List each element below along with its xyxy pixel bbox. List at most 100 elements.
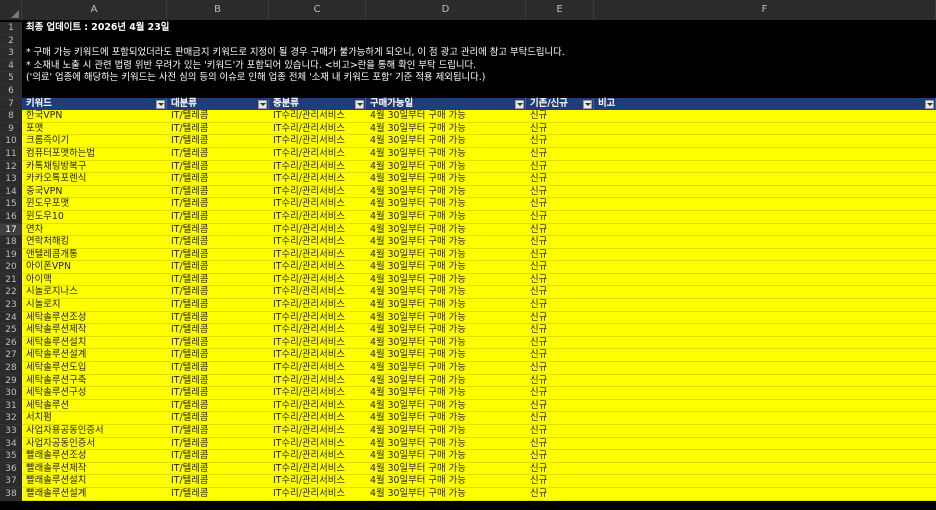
purchase-date-cell[interactable]: 4월 30일부터 구매 가능: [366, 147, 526, 161]
category-major-cell[interactable]: IT/텔레콤: [167, 450, 269, 463]
existing-new-cell[interactable]: 신규: [526, 299, 594, 312]
existing-new-cell[interactable]: 신규: [526, 349, 594, 363]
keyword-cell[interactable]: 아이폰VPN: [22, 261, 167, 274]
remarks-cell[interactable]: [594, 210, 936, 224]
row-number[interactable]: 6: [0, 84, 22, 98]
category-mid-cell[interactable]: IT수리/관리서비스: [269, 236, 366, 249]
existing-new-cell[interactable]: 신규: [526, 437, 594, 451]
category-major-cell[interactable]: IT/텔레콤: [167, 185, 269, 199]
keyword-cell[interactable]: 크롬즉이기: [22, 135, 167, 148]
keyword-cell[interactable]: 아이맥: [22, 273, 167, 287]
row-number[interactable]: 28: [0, 362, 22, 375]
purchase-date-cell[interactable]: 4월 30일부터 구매 가능: [366, 110, 526, 123]
row-number[interactable]: 17: [0, 223, 22, 237]
row-number[interactable]: 35: [0, 450, 22, 463]
remarks-cell[interactable]: [594, 261, 936, 274]
purchase-date-cell[interactable]: 4월 30일부터 구매 가능: [366, 273, 526, 287]
category-mid-cell[interactable]: IT수리/관리서비스: [269, 286, 366, 300]
row-number[interactable]: 11: [0, 147, 22, 161]
filter-dropdown-icon[interactable]: [156, 99, 165, 109]
keyword-cell[interactable]: 카카오톡포렌식: [22, 173, 167, 186]
category-major-cell[interactable]: IT/텔레콤: [167, 336, 269, 350]
category-mid-cell[interactable]: IT수리/관리서비스: [269, 387, 366, 400]
existing-new-cell[interactable]: 신규: [526, 425, 594, 438]
remarks-cell[interactable]: [594, 273, 936, 287]
existing-new-cell[interactable]: 신규: [526, 336, 594, 350]
purchase-date-cell[interactable]: 4월 30일부터 구매 가능: [366, 236, 526, 249]
existing-new-cell[interactable]: 신규: [526, 273, 594, 287]
row-number[interactable]: 34: [0, 437, 22, 451]
purchase-date-cell[interactable]: 4월 30일부터 구매 가능: [366, 387, 526, 400]
category-major-cell[interactable]: IT/텔레콤: [167, 475, 269, 488]
category-mid-cell[interactable]: IT수리/관리서비스: [269, 210, 366, 224]
remarks-cell[interactable]: [594, 236, 936, 249]
category-mid-cell[interactable]: IT수리/관리서비스: [269, 374, 366, 388]
keyword-cell[interactable]: 연차: [22, 223, 167, 237]
row-number[interactable]: 36: [0, 462, 22, 476]
remarks-cell[interactable]: [594, 437, 936, 451]
empty-cell[interactable]: [22, 85, 167, 98]
existing-new-cell[interactable]: 신규: [526, 462, 594, 476]
category-mid-cell[interactable]: IT수리/관리서비스: [269, 248, 366, 262]
category-mid-cell[interactable]: IT수리/관리서비스: [269, 349, 366, 363]
purchase-date-cell[interactable]: 4월 30일부터 구매 가능: [366, 362, 526, 375]
keyword-cell[interactable]: 서치펌: [22, 412, 167, 425]
category-major-cell[interactable]: IT/텔레콤: [167, 349, 269, 363]
purchase-date-cell[interactable]: 4월 30일부터 구매 가능: [366, 349, 526, 363]
row-number[interactable]: 8: [0, 110, 22, 123]
category-major-cell[interactable]: IT/텔레콤: [167, 248, 269, 262]
purchase-date-cell[interactable]: 4월 30일부터 구매 가능: [366, 437, 526, 451]
existing-new-cell[interactable]: 신규: [526, 412, 594, 425]
remarks-cell[interactable]: [594, 349, 936, 363]
keyword-cell[interactable]: 중국VPN: [22, 185, 167, 199]
keyword-cell[interactable]: 빨래솔루션조성: [22, 450, 167, 463]
purchase-date-cell[interactable]: 4월 30일부터 구매 가능: [366, 425, 526, 438]
row-number[interactable]: 38: [0, 487, 22, 501]
purchase-date-cell[interactable]: 4월 30일부터 구매 가능: [366, 399, 526, 413]
row-number[interactable]: 25: [0, 324, 22, 337]
row-number[interactable]: 1: [0, 22, 22, 35]
row-number[interactable]: 19: [0, 248, 22, 262]
keyword-cell[interactable]: 연락처해킹: [22, 236, 167, 249]
category-major-cell[interactable]: IT/텔레콤: [167, 122, 269, 136]
keyword-cell[interactable]: 세탁솔루션도입: [22, 362, 167, 375]
header-keyword[interactable]: 키워드: [22, 97, 167, 111]
remarks-cell[interactable]: [594, 462, 936, 476]
row-number[interactable]: 2: [0, 34, 22, 48]
row-number[interactable]: 22: [0, 286, 22, 300]
category-mid-cell[interactable]: IT수리/관리서비스: [269, 261, 366, 274]
note-cell[interactable]: * 소재내 노출 시 관련 법령 위반 우려가 있는 '키워드'가 포함되어 있…: [22, 60, 476, 73]
purchase-date-cell[interactable]: 4월 30일부터 구매 가능: [366, 374, 526, 388]
keyword-cell[interactable]: 한국VPN: [22, 110, 167, 123]
remarks-cell[interactable]: [594, 160, 936, 174]
category-mid-cell[interactable]: IT수리/관리서비스: [269, 173, 366, 186]
keyword-cell[interactable]: 사업자공동인증서: [22, 437, 167, 451]
row-number[interactable]: 10: [0, 135, 22, 148]
keyword-cell[interactable]: 사업자용공동인증서: [22, 425, 167, 438]
category-mid-cell[interactable]: IT수리/관리서비스: [269, 311, 366, 325]
purchase-date-cell[interactable]: 4월 30일부터 구매 가능: [366, 122, 526, 136]
category-major-cell[interactable]: IT/텔레콤: [167, 286, 269, 300]
existing-new-cell[interactable]: 신규: [526, 198, 594, 211]
category-mid-cell[interactable]: IT수리/관리서비스: [269, 475, 366, 488]
category-major-cell[interactable]: IT/텔레콤: [167, 160, 269, 174]
category-major-cell[interactable]: IT/텔레콤: [167, 324, 269, 337]
keyword-cell[interactable]: 세탁솔루션설치: [22, 336, 167, 350]
category-mid-cell[interactable]: IT수리/관리서비스: [269, 122, 366, 136]
remarks-cell[interactable]: [594, 475, 936, 488]
filter-dropdown-icon[interactable]: [355, 99, 364, 109]
existing-new-cell[interactable]: 신규: [526, 173, 594, 186]
remarks-cell[interactable]: [594, 173, 936, 186]
category-major-cell[interactable]: IT/텔레콤: [167, 198, 269, 211]
keyword-cell[interactable]: 시놀로지: [22, 299, 167, 312]
remarks-cell[interactable]: [594, 223, 936, 237]
remarks-cell[interactable]: [594, 425, 936, 438]
existing-new-cell[interactable]: 신규: [526, 147, 594, 161]
select-all-corner[interactable]: [0, 0, 22, 20]
category-mid-cell[interactable]: IT수리/관리서비스: [269, 412, 366, 425]
category-major-cell[interactable]: IT/텔레콤: [167, 387, 269, 400]
category-major-cell[interactable]: IT/텔레콤: [167, 299, 269, 312]
column-header-c[interactable]: C: [269, 0, 366, 20]
row-number[interactable]: 29: [0, 374, 22, 388]
row-number[interactable]: 37: [0, 475, 22, 488]
